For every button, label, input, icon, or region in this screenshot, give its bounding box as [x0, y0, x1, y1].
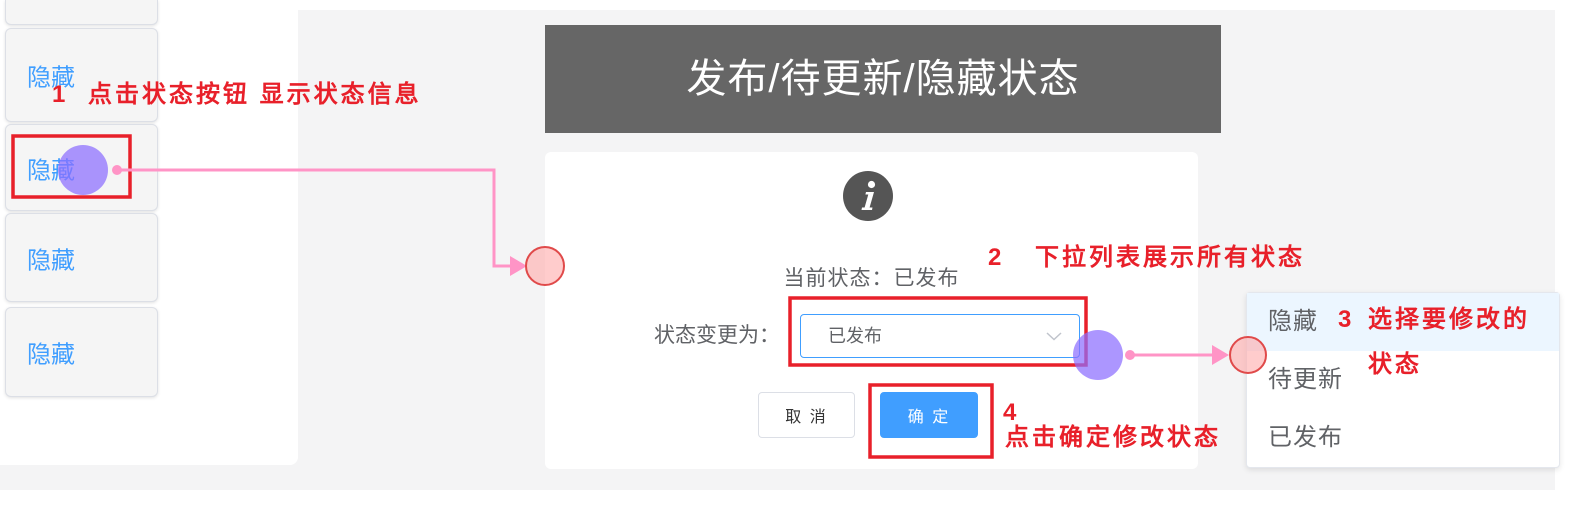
step1-caption: 点击状态按钮 显示状态信息	[88, 81, 422, 108]
dialog-title: 发布/待更新/隐藏状态	[686, 57, 1080, 101]
chevron-down-icon	[1046, 332, 1062, 341]
status-button-label: 隐藏	[27, 247, 75, 274]
confirm-button[interactable]: 确 定	[880, 392, 978, 438]
step2-number: 2	[988, 244, 1005, 271]
status-select[interactable]: 已发布	[800, 314, 1080, 358]
status-button[interactable]	[5, 0, 158, 25]
current-status-label: 当前状态：	[783, 267, 894, 290]
step3-number: 3	[1338, 306, 1355, 333]
step3-caption-line2: 状态	[1368, 351, 1422, 378]
dialog-header: 发布/待更新/隐藏状态	[545, 25, 1221, 133]
status-select-value: 已发布	[828, 326, 882, 346]
step1-number: 1	[52, 81, 69, 108]
dropdown-option[interactable]: 已发布	[1247, 409, 1559, 467]
step4-caption: 点击确定修改状态	[1005, 424, 1221, 451]
cancel-button[interactable]: 取 消	[758, 392, 855, 438]
step3-caption-line1: 选择要修改的	[1368, 306, 1530, 333]
status-dialog: 当前状态：已发布 状态变更为： 已发布 取 消 确 定	[545, 152, 1198, 469]
status-button-label: 隐藏	[27, 157, 75, 184]
info-icon	[843, 171, 893, 221]
status-button-label: 隐藏	[27, 341, 75, 369]
status-button-list: 隐藏 隐藏 隐藏 隐藏	[0, 0, 298, 465]
status-button[interactable]: 隐藏	[5, 307, 158, 397]
status-button[interactable]: 隐藏	[5, 213, 158, 302]
current-status-value: 已发布	[893, 267, 960, 290]
status-change-label: 状态变更为：	[654, 324, 780, 347]
status-button[interactable]: 隐藏	[5, 124, 158, 211]
step2-caption: 下拉列表展示所有状态	[1035, 244, 1305, 271]
